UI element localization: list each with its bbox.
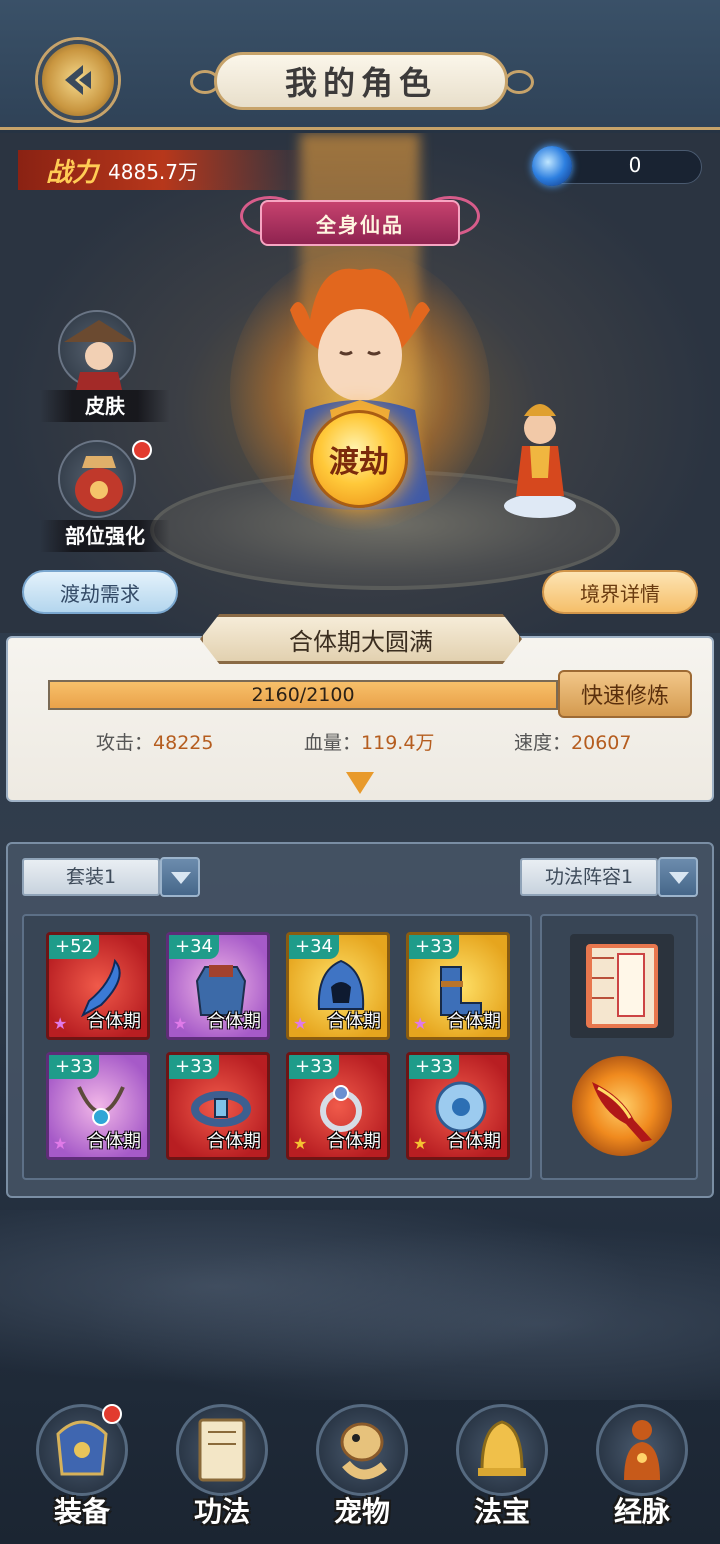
power-label: 战力 xyxy=(46,157,99,188)
tribulation-requirement-button[interactable]: 渡劫需求 xyxy=(22,570,178,614)
equipment-slot[interactable]: +34 ★ 合体期 xyxy=(166,932,270,1040)
expand-arrow-icon[interactable] xyxy=(346,772,374,794)
equipment-slot[interactable]: +33 ★ 合体期 xyxy=(286,1052,390,1160)
stat-attack: 攻击：48225 xyxy=(96,728,213,755)
notification-dot xyxy=(132,440,152,460)
skin-button[interactable]: 皮肤 xyxy=(40,310,170,430)
equipment-slot[interactable]: +33 合体期 xyxy=(166,1052,270,1160)
nav-label: 经脉 xyxy=(613,1495,670,1528)
item-tier: 合体期 xyxy=(447,1011,501,1032)
gongfa-book-slot[interactable] xyxy=(570,934,674,1038)
companion-figure-icon xyxy=(504,404,576,518)
equipment-slot[interactable]: +33 ★ 合体期 xyxy=(46,1052,150,1160)
stat-hp: 血量：119.4万 xyxy=(304,728,434,755)
nav-label: 装备 xyxy=(53,1495,110,1528)
star-icon: ★ xyxy=(293,1014,308,1033)
set-select[interactable]: 套装1 xyxy=(22,858,160,896)
back-arrow-icon xyxy=(65,65,91,95)
meridian-figure-icon xyxy=(624,1420,660,1480)
nav-item[interactable]: 功法 xyxy=(166,1404,278,1534)
bell-artifact-icon xyxy=(478,1420,526,1476)
flame-sword-icon xyxy=(592,1082,652,1142)
tribulation-button[interactable]: 渡劫 xyxy=(310,410,408,508)
stat-speed: 速度：20607 xyxy=(514,728,631,755)
flying-sword-slot[interactable] xyxy=(572,1056,672,1156)
mist-background xyxy=(0,1210,720,1400)
stat-value: 20607 xyxy=(571,732,632,754)
item-tier: 合体期 xyxy=(207,1011,261,1032)
pet-creature-icon xyxy=(340,1422,388,1480)
nav-item[interactable]: 装备 xyxy=(26,1404,138,1534)
combat-power-bar: 战力 4885.7万 xyxy=(18,150,308,190)
header-bar: 我的角色 xyxy=(0,0,720,130)
stat-label: 攻击： xyxy=(96,732,154,754)
item-tier: 合体期 xyxy=(447,1131,501,1152)
item-tier: 合体期 xyxy=(207,1131,261,1152)
item-tier: 合体期 xyxy=(87,1011,141,1032)
nav-item[interactable]: 法宝 xyxy=(446,1404,558,1534)
nav-label: 功法 xyxy=(193,1495,250,1528)
notification-dot xyxy=(102,1404,122,1424)
gem-count: 0 xyxy=(628,153,642,177)
gongfa-select[interactable]: 功法阵容1 xyxy=(520,858,658,896)
set-dropdown-arrow-icon[interactable] xyxy=(160,857,200,897)
back-button[interactable] xyxy=(38,40,118,120)
item-tier: 合体期 xyxy=(87,1131,141,1152)
enhance-level: +33 xyxy=(409,1055,459,1079)
stat-label: 血量： xyxy=(304,732,362,754)
stat-value: 48225 xyxy=(153,732,214,754)
equipment-slot[interactable]: +33 ★ 合体期 xyxy=(406,1052,510,1160)
spirit-gem-icon xyxy=(532,146,572,186)
item-tier: 合体期 xyxy=(327,1011,381,1032)
realm-details-button[interactable]: 境界详情 xyxy=(542,570,698,614)
page-title: 我的角色 xyxy=(214,52,508,110)
star-icon: ★ xyxy=(53,1014,68,1033)
part-enhance-avatar xyxy=(58,440,136,518)
stat-value: 119.4万 xyxy=(361,732,435,754)
quality-badge: 全身仙品 xyxy=(260,200,460,246)
enhance-level: +33 xyxy=(49,1055,99,1079)
cauldron-icon xyxy=(75,456,123,512)
title-ornament-right xyxy=(504,70,534,94)
nav-label: 宠物 xyxy=(333,1495,390,1528)
progress-text: 2160/2100 xyxy=(251,684,355,706)
enhance-level: +34 xyxy=(169,935,219,959)
straw-hat-figure-icon xyxy=(64,320,134,390)
equipment-slot[interactable]: +34 ★ 合体期 xyxy=(286,932,390,1040)
gongfa-dropdown-arrow-icon[interactable] xyxy=(658,857,698,897)
star-icon: ★ xyxy=(293,1134,308,1153)
part-enhance-label: 部位强化 xyxy=(40,520,170,552)
realm-title: 合体期大圆满 xyxy=(200,614,522,664)
scroll-book-icon xyxy=(198,1418,246,1482)
quick-cultivate-button[interactable]: 快速修炼 xyxy=(558,670,692,718)
star-icon: ★ xyxy=(413,1014,428,1033)
equipment-slot[interactable]: +33 ★ 合体期 xyxy=(406,932,510,1040)
enhance-level: +33 xyxy=(409,935,459,959)
skin-label: 皮肤 xyxy=(40,390,170,422)
enhance-level: +33 xyxy=(169,1055,219,1079)
star-icon: ★ xyxy=(53,1134,68,1153)
enhance-level: +34 xyxy=(289,935,339,959)
item-tier: 合体期 xyxy=(327,1131,381,1152)
skin-avatar xyxy=(58,310,136,390)
nav-item[interactable]: 宠物 xyxy=(306,1404,418,1534)
nav-item[interactable]: 经脉 xyxy=(586,1404,698,1534)
nav-label: 法宝 xyxy=(473,1495,530,1528)
armor-icon xyxy=(56,1420,108,1476)
star-icon: ★ xyxy=(413,1134,428,1153)
equipment-slot[interactable]: +52 ★ 合体期 xyxy=(46,932,150,1040)
gongfa-book-icon xyxy=(586,944,658,1028)
enhance-level: +33 xyxy=(289,1055,339,1079)
star-icon: ★ xyxy=(173,1014,188,1033)
enhance-level: +52 xyxy=(49,935,99,959)
power-value: 4885.7万 xyxy=(108,159,198,184)
stat-label: 速度： xyxy=(514,732,572,754)
part-enhance-button[interactable]: 部位强化 xyxy=(40,440,170,560)
